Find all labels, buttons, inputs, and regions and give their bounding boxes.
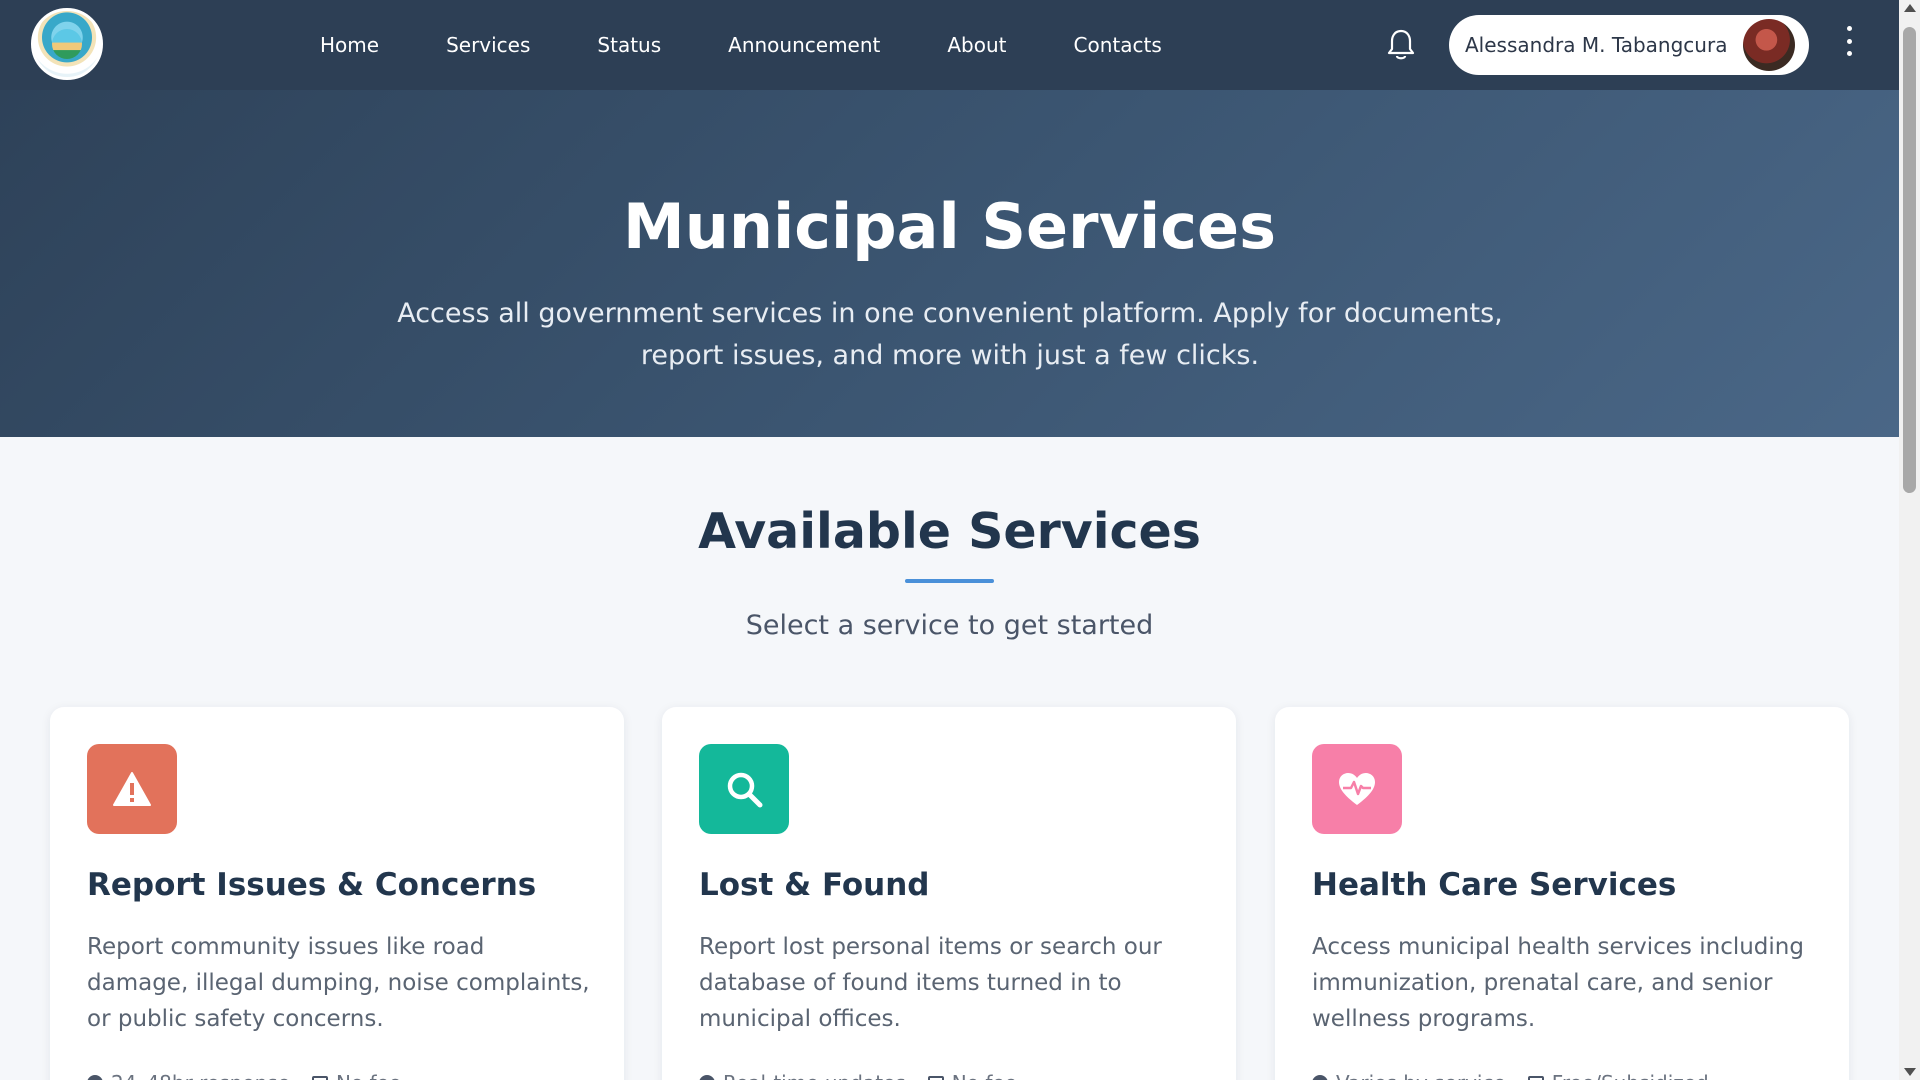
card-description: Report lost personal items or search our… xyxy=(699,934,1162,1032)
page-scrollbar[interactable] xyxy=(1899,0,1920,1080)
nav-about[interactable]: About xyxy=(947,33,1006,57)
top-navbar: Home Services Status Announcement About … xyxy=(0,0,1899,90)
card-description: Report community issues like road damage… xyxy=(87,934,590,1032)
section-subtitle: Select a service to get started xyxy=(745,610,1154,641)
scroll-thumb[interactable] xyxy=(1903,27,1916,493)
search-icon xyxy=(699,744,789,834)
meta-fee: No fee xyxy=(952,1071,1017,1080)
meta-updates: Real-time updates xyxy=(723,1071,906,1080)
heart-pulse-icon xyxy=(1312,744,1402,834)
hero-title: Municipal Services xyxy=(623,190,1276,263)
tag-icon xyxy=(312,1076,328,1080)
clock-icon xyxy=(1312,1075,1328,1080)
clock-icon xyxy=(699,1075,715,1080)
meta-response-time: 24–48hr response xyxy=(111,1071,290,1080)
nav-services[interactable]: Services xyxy=(446,33,530,57)
service-card-lost-found[interactable]: Lost & Found Report lost personal items … xyxy=(662,707,1236,1080)
nav-status[interactable]: Status xyxy=(597,33,661,57)
meta-duration: Varies by service xyxy=(1336,1071,1506,1080)
scroll-down-arrow-icon[interactable] xyxy=(1904,1068,1916,1076)
scroll-up-arrow-icon[interactable] xyxy=(1904,4,1916,12)
user-name: Alessandra M. Tabangcura xyxy=(1465,33,1728,57)
logo-emblem xyxy=(52,29,82,59)
card-title: Lost & Found xyxy=(699,867,930,903)
nav-contacts[interactable]: Contacts xyxy=(1074,33,1162,57)
hero-subtitle: Access all government services in one co… xyxy=(397,298,1503,371)
bell-icon[interactable] xyxy=(1386,28,1416,62)
clock-icon xyxy=(87,1075,103,1080)
avatar xyxy=(1743,19,1795,71)
user-profile-button[interactable]: Alessandra M. Tabangcura xyxy=(1449,15,1809,75)
card-title: Report Issues & Concerns xyxy=(87,867,537,903)
section-title: Available Services xyxy=(698,503,1201,560)
hero-banner: Municipal Services Access all government… xyxy=(0,90,1899,437)
tag-icon xyxy=(927,1076,944,1080)
meta-fee: Free/Subsidized xyxy=(1552,1071,1709,1080)
kebab-menu-icon[interactable] xyxy=(1843,26,1855,56)
nav-home[interactable]: Home xyxy=(320,33,379,57)
meta-fee: No fee xyxy=(336,1071,401,1080)
section-divider xyxy=(905,579,994,583)
service-card-health-care[interactable]: Health Care Services Access municipal he… xyxy=(1275,707,1849,1080)
service-card-report-issues[interactable]: Report Issues & Concerns Report communit… xyxy=(50,707,624,1080)
warning-triangle-icon xyxy=(87,744,177,834)
card-title: Health Care Services xyxy=(1312,867,1677,903)
nav-announcement[interactable]: Announcement xyxy=(728,33,880,57)
card-description: Access municipal health services includi… xyxy=(1312,934,1804,1032)
card-meta: Real-time updates No fee xyxy=(699,1071,1017,1080)
tag-icon xyxy=(1527,1076,1544,1080)
municipal-seal-logo[interactable] xyxy=(31,8,103,80)
card-meta: Varies by service Free/Subsidized xyxy=(1312,1071,1709,1080)
main-nav: Home Services Status Announcement About … xyxy=(320,0,1229,90)
card-meta: 24–48hr response No fee xyxy=(87,1071,401,1080)
